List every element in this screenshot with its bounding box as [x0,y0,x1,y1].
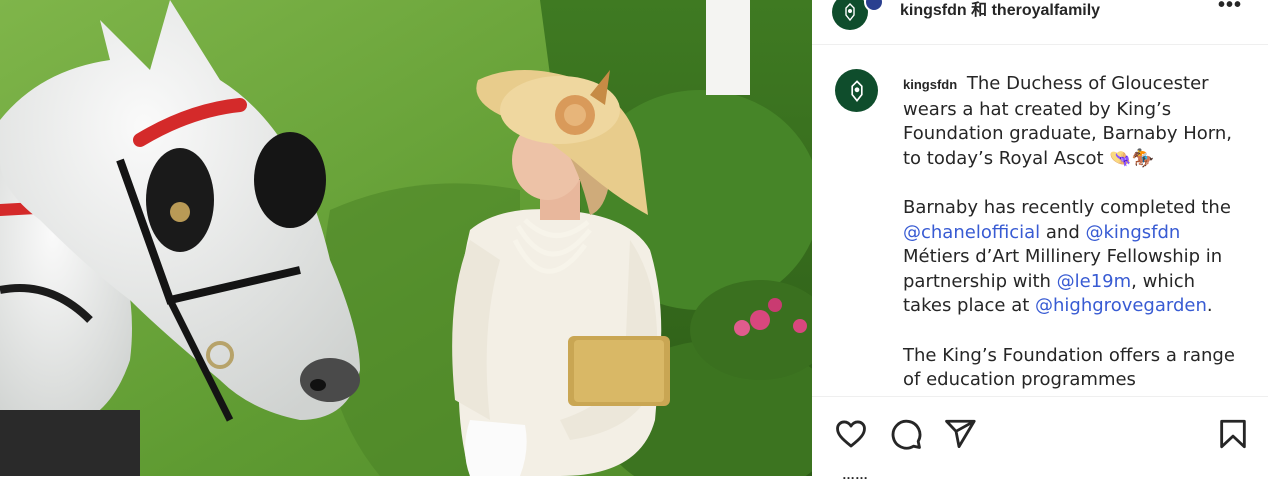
crest-icon [845,3,855,22]
caption-paragraph-1: kingsfdn The Duchess of Gloucester wears… [903,72,1243,171]
header-account-secondary[interactable]: theroyalfamily [992,2,1100,19]
caption-text-segment: . [1206,295,1213,316]
caption-paragraph-2: Barnaby has recently completed the @chan… [903,196,1243,319]
caption-paragraph-3: The King’s Foundation offers a range of … [903,344,1235,391]
paper-plane-icon[interactable] [943,417,977,451]
header-accounts: kingsfdn 和 theroyalfamily [900,0,1100,20]
caption-text-segment: and [1040,221,1086,243]
more-options-button[interactable]: ••• [1218,0,1242,17]
comment-icon[interactable] [889,417,923,451]
mention-le19m[interactable]: @le19m [1057,271,1132,292]
bookmark-icon[interactable] [1216,417,1250,451]
crest-icon [850,79,863,102]
caption-avatar[interactable] [835,69,878,112]
mention-chanelofficial[interactable]: @chanelofficial [903,222,1040,243]
caption-text-segment: Barnaby has recently completed the [903,197,1231,218]
likes-count[interactable]: …… [842,467,868,482]
post-side-panel: kingsfdn 和 theroyalfamily ••• kingsfdn T… [812,0,1268,482]
caption-username[interactable]: kingsfdn [903,77,957,92]
action-bar: …… [812,396,1268,482]
caption-text: kingsfdn The Duchess of Gloucester wears… [903,72,1243,395]
post-image [0,0,812,476]
mention-kingsfdn[interactable]: @kingsfdn [1085,222,1180,243]
caption-area: kingsfdn The Duchess of Gloucester wears… [812,45,1268,395]
header-conjunction: 和 [971,2,988,19]
mention-highgrovegarden[interactable]: @highgrovegarden [1035,295,1207,316]
header-account-primary[interactable]: kingsfdn [900,2,967,19]
heart-icon[interactable] [834,417,868,451]
post-photo[interactable] [0,0,812,476]
post-header: kingsfdn 和 theroyalfamily ••• [812,0,1268,45]
account-avatar[interactable] [832,0,868,30]
